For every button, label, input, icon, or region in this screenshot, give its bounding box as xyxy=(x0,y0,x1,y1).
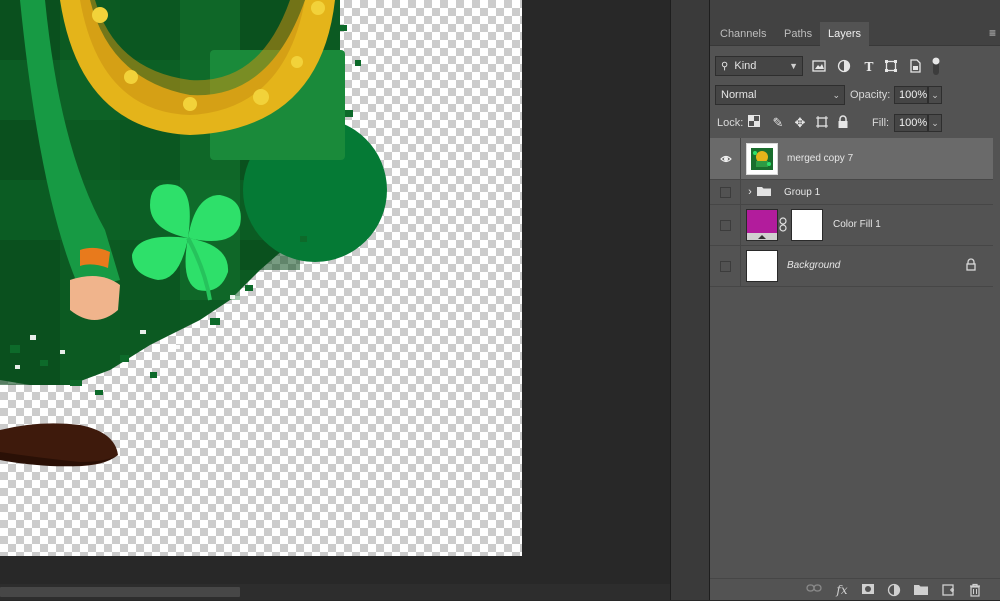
chevron-down-icon: ⌄ xyxy=(832,90,840,100)
filter-toggle-icon[interactable] xyxy=(931,56,947,75)
layer-separator xyxy=(740,180,741,204)
folder-icon xyxy=(756,184,772,200)
layer-separator xyxy=(740,246,741,286)
lock-transparent-pixels-icon[interactable] xyxy=(748,115,764,131)
document-canvas[interactable] xyxy=(0,0,522,556)
lock-image-pixels-icon[interactable]: ✎ xyxy=(770,115,786,131)
fill-color-thumbnail[interactable] xyxy=(746,209,778,241)
link-layers-icon[interactable] xyxy=(806,583,822,597)
layers-panel-footer: fx xyxy=(710,578,1000,600)
shape-filter-icon[interactable] xyxy=(884,59,900,75)
layer-thumbnail xyxy=(746,250,778,282)
layer-thumbnail xyxy=(746,143,778,175)
layer-name[interactable]: Color Fill 1 xyxy=(833,218,881,232)
layer-row-background[interactable]: Background xyxy=(710,246,993,287)
new-group-icon[interactable] xyxy=(913,583,929,597)
lock-label: Lock: xyxy=(717,117,744,129)
panel-dock-divider xyxy=(670,0,710,600)
fill-dropdown-icon[interactable]: ⌄ xyxy=(928,114,942,132)
artwork xyxy=(0,0,387,467)
add-mask-icon[interactable] xyxy=(860,583,876,597)
filter-kind-select[interactable]: ⚲ Kind ▼ xyxy=(715,56,803,76)
tab-layers[interactable]: Layers xyxy=(820,22,870,46)
tab-channels[interactable]: Channels xyxy=(712,22,774,46)
opacity-input[interactable]: 100% xyxy=(894,86,928,104)
opacity-label: Opacity: xyxy=(850,89,891,101)
layer-lock-icon xyxy=(965,258,981,274)
delete-layer-icon[interactable] xyxy=(967,583,983,597)
fx-icon[interactable]: fx xyxy=(834,583,850,597)
layer-row-group-1[interactable]: › Group 1 xyxy=(710,180,993,205)
new-layer-icon[interactable] xyxy=(940,583,956,597)
layer-name[interactable]: Background xyxy=(787,259,840,273)
visibility-toggle[interactable] xyxy=(720,187,731,198)
filter-kind-label: Kind xyxy=(734,60,757,72)
lock-all-icon[interactable] xyxy=(837,115,853,131)
fill-input[interactable]: 100% xyxy=(894,114,928,132)
blend-row: Normal ⌄ Opacity: 100% ⌄ xyxy=(710,85,1000,107)
search-icon: ⚲ xyxy=(721,61,729,72)
layers-panel: Channels Paths Layers ≡ ⚲ Kind ▼ T Norma xyxy=(710,0,1000,600)
eye-icon[interactable] xyxy=(720,153,732,165)
visibility-toggle[interactable] xyxy=(720,220,731,231)
type-filter-icon[interactable]: T xyxy=(861,59,877,75)
horizontal-scrollbar[interactable] xyxy=(0,584,670,600)
pixel-filter-icon[interactable] xyxy=(812,59,828,75)
layer-row-color-fill-1[interactable]: Color Fill 1 xyxy=(710,205,993,246)
layer-name[interactable]: Group 1 xyxy=(784,186,820,200)
panel-tabs: Channels Paths Layers ≡ xyxy=(710,0,1000,46)
tab-paths[interactable]: Paths xyxy=(776,22,820,46)
layer-separator xyxy=(740,205,741,245)
horizontal-scroll-thumb[interactable] xyxy=(0,587,240,597)
panel-menu-icon[interactable]: ≡ xyxy=(989,26,996,40)
blend-mode-value: Normal xyxy=(721,89,757,101)
layer-mask-thumbnail[interactable] xyxy=(791,209,823,241)
layer-row-merged-copy-7[interactable]: merged copy 7 xyxy=(710,138,993,180)
lock-row: Lock: ✎ ✥ Fill: 100% ⌄ xyxy=(710,113,1000,135)
document-workspace[interactable]: ⌄ xyxy=(0,0,654,584)
adjustment-filter-icon[interactable] xyxy=(837,59,853,75)
fill-label: Fill: xyxy=(872,117,890,129)
lock-position-icon[interactable]: ✥ xyxy=(792,115,808,131)
smart-object-filter-icon[interactable] xyxy=(908,59,924,75)
visibility-toggle[interactable] xyxy=(720,261,731,272)
opacity-dropdown-icon[interactable]: ⌄ xyxy=(928,86,942,104)
artboard-lock-icon[interactable] xyxy=(815,115,831,131)
layer-filter-row: ⚲ Kind ▼ T xyxy=(710,56,1000,78)
layer-name[interactable]: merged copy 7 xyxy=(787,152,853,166)
blend-mode-select[interactable]: Normal ⌄ xyxy=(715,85,845,105)
chevron-down-icon: ▼ xyxy=(789,61,798,71)
layer-separator xyxy=(740,138,741,179)
new-adjustment-icon[interactable] xyxy=(886,583,902,597)
